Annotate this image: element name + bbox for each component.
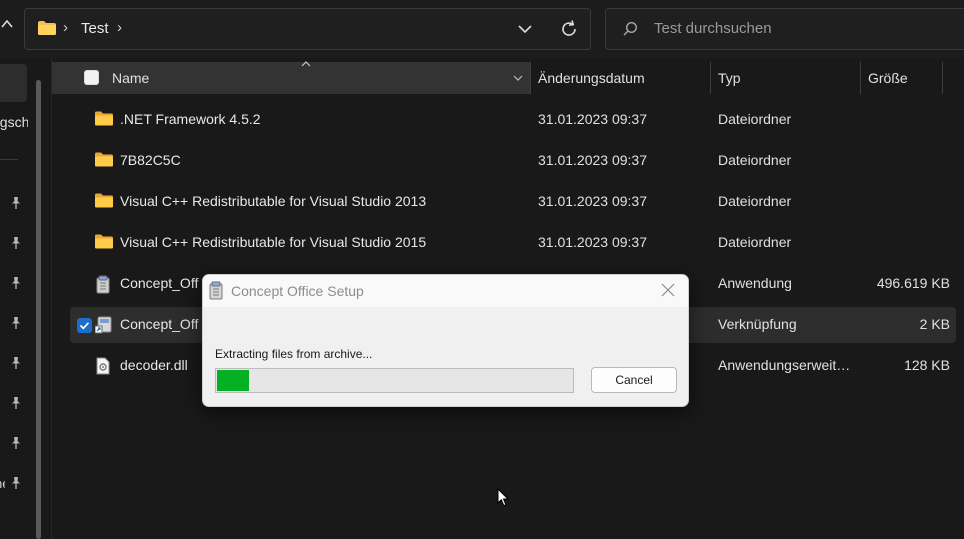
address-bar[interactable]: › Test › xyxy=(24,8,591,50)
column-header-name-label[interactable]: Name xyxy=(112,70,149,86)
pin-icon xyxy=(9,476,23,490)
file-name[interactable]: .NET Framework 4.5.2 xyxy=(120,111,261,127)
navigation-pane: egsch ne xyxy=(0,58,52,539)
column-divider[interactable] xyxy=(942,62,943,94)
cancel-button[interactable]: Cancel xyxy=(591,367,677,393)
chevron-down-icon[interactable] xyxy=(512,71,524,83)
sort-ascending-icon xyxy=(301,59,311,71)
nav-item-label[interactable]: egsch xyxy=(0,114,28,130)
breadcrumb-separator[interactable]: › xyxy=(117,19,122,36)
search-input[interactable] xyxy=(654,20,934,37)
nav-divider xyxy=(0,159,18,160)
file-type: Dateiordner xyxy=(718,193,792,209)
file-name[interactable]: decoder.dll xyxy=(120,357,188,373)
file-type: Dateiordner xyxy=(718,111,792,127)
pin-icon xyxy=(9,356,23,370)
dll-file-icon xyxy=(95,357,113,375)
folder-icon xyxy=(95,111,113,129)
column-header-row: Name Änderungsdatum Typ Größe xyxy=(52,59,964,94)
title-bar: › Test › xyxy=(0,0,964,58)
column-divider[interactable] xyxy=(860,62,861,94)
folder-icon xyxy=(95,234,113,252)
column-header-size[interactable]: Größe xyxy=(868,70,908,86)
pin-icon xyxy=(9,396,23,410)
pin-icon xyxy=(9,436,23,450)
file-list-row[interactable]: Visual C++ Redistributable for Visual St… xyxy=(70,225,956,261)
pin-icon xyxy=(9,316,23,330)
nav-divider xyxy=(51,58,52,539)
dialog-title-bar[interactable]: Concept Office Setup xyxy=(203,275,688,307)
installer-icon xyxy=(95,275,113,294)
column-header-type[interactable]: Typ xyxy=(718,70,741,86)
file-list-row[interactable]: Visual C++ Redistributable for Visual St… xyxy=(70,184,956,220)
file-date: 31.01.2023 09:37 xyxy=(538,193,647,209)
setup-dialog: Concept Office Setup Extracting files fr… xyxy=(202,274,689,407)
file-size: 496.619 KB xyxy=(876,275,950,291)
pin-icon xyxy=(9,236,23,250)
mouse-cursor-icon xyxy=(497,487,510,507)
file-date: 31.01.2023 09:37 xyxy=(538,234,647,250)
file-name[interactable]: Visual C++ Redistributable for Visual St… xyxy=(120,234,426,250)
folder-icon xyxy=(38,21,56,35)
file-type: Anwendung xyxy=(718,275,792,291)
pin-icon xyxy=(9,276,23,290)
shortcut-icon xyxy=(94,316,113,334)
column-header-date[interactable]: Änderungsdatum xyxy=(538,70,645,86)
progress-bar-fill xyxy=(217,370,249,391)
close-icon[interactable] xyxy=(661,283,675,297)
nav-scrollbar[interactable] xyxy=(36,80,41,539)
nav-item-label[interactable]: ne xyxy=(0,476,5,491)
file-list-row[interactable]: 7B82C5C 31.01.2023 09:37 Dateiordner xyxy=(70,143,956,179)
file-size: 2 KB xyxy=(919,316,950,332)
file-date: 31.01.2023 09:37 xyxy=(538,152,647,168)
column-divider[interactable] xyxy=(710,62,711,94)
file-size: 128 KB xyxy=(904,357,950,373)
row-checkbox[interactable] xyxy=(77,318,92,333)
search-icon xyxy=(622,21,638,37)
column-divider[interactable] xyxy=(530,62,531,94)
file-type: Dateiordner xyxy=(718,234,792,250)
nav-item-selected[interactable] xyxy=(0,64,27,102)
file-name[interactable]: Concept_Off xyxy=(120,275,198,291)
file-type: Dateiordner xyxy=(718,152,792,168)
folder-icon xyxy=(95,193,113,211)
breadcrumb-item-test[interactable]: Test xyxy=(81,20,109,37)
file-name[interactable]: Concept_Off xyxy=(120,316,198,332)
dialog-title: Concept Office Setup xyxy=(231,283,364,299)
file-list-row[interactable]: .NET Framework 4.5.2 31.01.2023 09:37 Date… xyxy=(70,102,956,138)
pin-icon xyxy=(9,196,23,210)
dialog-message: Extracting files from archive... xyxy=(215,347,373,361)
file-name[interactable]: 7B82C5C xyxy=(120,152,181,168)
refresh-icon[interactable] xyxy=(558,18,580,40)
search-box[interactable] xyxy=(605,8,964,50)
progress-bar xyxy=(215,368,574,393)
select-all-checkbox[interactable] xyxy=(84,70,99,85)
file-type: Verknüpfung xyxy=(718,316,797,332)
installer-icon xyxy=(207,281,225,301)
file-name[interactable]: Visual C++ Redistributable for Visual St… xyxy=(120,193,426,209)
file-type: Anwendungserweiterung xyxy=(718,357,854,373)
folder-icon xyxy=(95,152,113,170)
chevron-down-icon[interactable] xyxy=(515,19,535,39)
breadcrumb-separator: › xyxy=(63,19,68,36)
up-arrow-icon[interactable] xyxy=(0,16,14,36)
file-date: 31.01.2023 09:37 xyxy=(538,111,647,127)
